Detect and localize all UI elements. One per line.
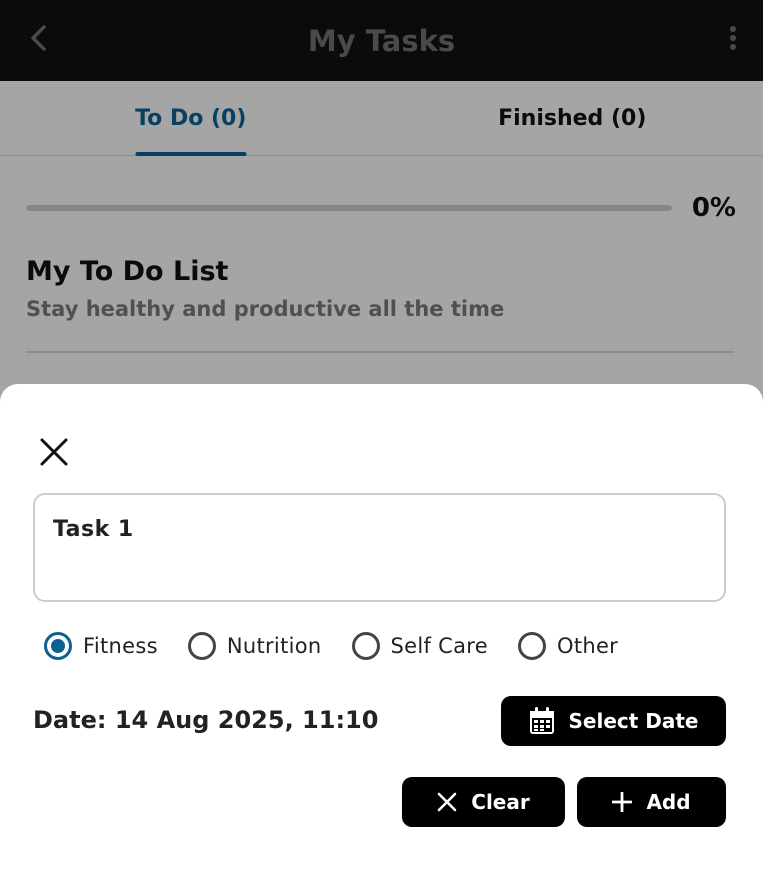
radio-self-care[interactable]: Self Care: [351, 632, 488, 660]
select-date-label: Select Date: [568, 709, 699, 733]
clear-button[interactable]: Clear: [402, 777, 565, 827]
calendar-icon: [529, 707, 555, 735]
radio-button-unchecked-icon: [517, 632, 546, 660]
selected-date-text: Date: 14 Aug 2025, 11:10: [33, 706, 379, 734]
task-name-input[interactable]: Task 1: [33, 493, 726, 602]
close-icon: [40, 438, 68, 466]
radio-fitness[interactable]: Fitness: [44, 632, 158, 660]
radio-button-checked-icon: [44, 632, 72, 660]
radio-button-unchecked-icon: [187, 632, 216, 660]
radio-label: Nutrition: [226, 634, 322, 658]
add-button[interactable]: Add: [577, 777, 726, 827]
close-button[interactable]: [34, 432, 74, 472]
radio-nutrition[interactable]: Nutrition: [187, 632, 322, 660]
category-radio-group: Fitness Nutrition Self Care Other: [44, 630, 648, 662]
radio-label: Fitness: [83, 634, 158, 658]
clear-label: Clear: [471, 790, 530, 814]
select-date-button[interactable]: Select Date: [501, 696, 726, 746]
add-task-sheet: Task 1 Fitness Nutrition Self Care Other…: [0, 384, 763, 877]
radio-button-unchecked-icon: [351, 632, 380, 660]
radio-label: Other: [556, 634, 619, 658]
plus-icon: [612, 792, 633, 812]
radio-label: Self Care: [390, 634, 488, 658]
close-icon: [437, 792, 457, 812]
add-label: Add: [646, 790, 691, 814]
radio-other[interactable]: Other: [517, 632, 619, 660]
